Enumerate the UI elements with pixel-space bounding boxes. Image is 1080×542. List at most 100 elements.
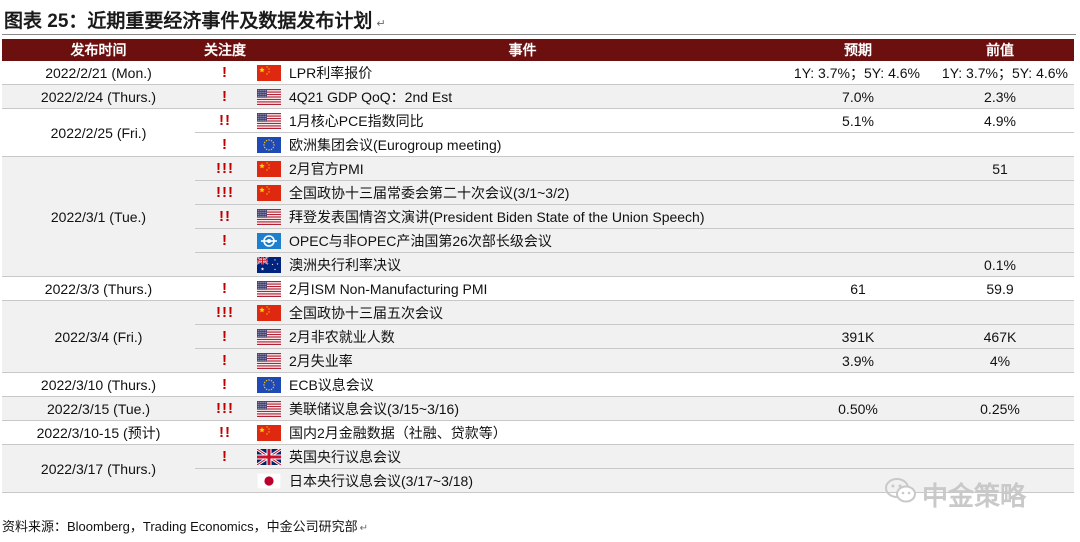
event-cell: 2月非农就业人数: [255, 324, 790, 349]
event-label: 2月ISM Non-Manufacturing PMI: [289, 280, 488, 297]
attention-cell: !!!: [195, 300, 255, 325]
event-cell: 美联储议息会议(3/15~3/16): [255, 396, 790, 421]
event-cell: 2月官方PMI: [255, 156, 790, 181]
expected-cell: 391K: [790, 324, 926, 349]
expected-cell: [790, 444, 926, 469]
table-row: 2022/3/1 (Tue.) !!! 2月官方PMI 51: [2, 156, 1074, 277]
event-label: OPEC与非OPEC产油国第26次部长级会议: [289, 232, 552, 249]
header-previous: 前值: [926, 39, 1074, 61]
event-calendar-table: 发布时间 关注度 事件 预期 前值 2022/2/21 (Mon.) ! LPR…: [2, 39, 1074, 493]
expected-cell: [790, 372, 926, 397]
us-flag-icon: [257, 88, 281, 105]
chart-title: 图表 25：近期重要经济事件及数据发布计划 ↵: [4, 6, 386, 32]
attention-cell: !!!: [195, 396, 255, 421]
previous-cell: 0.1%: [926, 252, 1074, 277]
us-flag-icon: [257, 400, 281, 417]
title-text: 图表 25：近期重要经济事件及数据发布计划: [4, 11, 373, 32]
event-cell: 4Q21 GDP QoQ：2nd Est: [255, 84, 790, 109]
expected-cell: [790, 156, 926, 181]
previous-cell: [926, 180, 1074, 205]
expected-cell: [790, 204, 926, 229]
event-label: 全国政协十三届常委会第二十次会议(3/1~3/2): [289, 184, 570, 201]
us-flag-icon: [257, 352, 281, 369]
previous-cell: 4%: [926, 348, 1074, 373]
previous-cell: [926, 132, 1074, 157]
event-cell: 欧洲集团会议(Eurogroup meeting): [255, 132, 790, 157]
table-row: 2022/2/25 (Fri.) !! 1月核心PCE指数同比 5.1% 4.9…: [2, 108, 1074, 157]
header-attention: 关注度: [195, 39, 255, 61]
china-flag-icon: [257, 64, 281, 81]
event-cell: 日本央行议息会议(3/17~3/18): [255, 468, 790, 493]
table-row: 2022/3/10 (Thurs.) ! ECB议息会议: [2, 372, 1074, 397]
watermark: 中金策略: [884, 476, 1054, 516]
date-cell: 2022/3/1 (Tue.): [2, 156, 195, 277]
event-label: 英国央行议息会议: [289, 448, 401, 465]
event-label: 美联储议息会议(3/15~3/16): [289, 400, 459, 417]
header-event: 事件: [255, 39, 790, 61]
watermark-text: 中金策略: [922, 481, 1027, 511]
event-label: 4Q21 GDP QoQ：2nd Est: [289, 88, 453, 105]
table-row: 2022/2/24 (Thurs.) ! 4Q21 GDP QoQ：2nd Es…: [2, 84, 1074, 109]
attention-cell: !!!: [195, 156, 255, 181]
date-cell: 2022/3/17 (Thurs.): [2, 444, 195, 493]
table-row: 2022/3/17 (Thurs.) ! 英国央行议息会议: [2, 444, 1074, 493]
previous-cell: [926, 300, 1074, 325]
japan-flag-icon: [257, 472, 281, 489]
table-row: 2022/3/15 (Tue.) !!! 美联储议息会议(3/15~3/16) …: [2, 396, 1074, 421]
event-cell: 国内2月金融数据（社融、贷款等）: [255, 420, 790, 445]
event-label: 2月非农就业人数: [289, 328, 395, 345]
previous-cell: [926, 372, 1074, 397]
date-cell: 2022/2/24 (Thurs.): [2, 84, 195, 109]
event-label: 1月核心PCE指数同比: [289, 112, 424, 129]
event-cell: ECB议息会议: [255, 372, 790, 397]
date-cell: 2022/3/15 (Tue.): [2, 396, 195, 421]
paragraph-mark: ↵: [359, 523, 369, 534]
china-flag-icon: [257, 304, 281, 321]
attention-cell: !: [195, 276, 255, 301]
previous-cell: 59.9: [926, 276, 1074, 301]
previous-cell: [926, 228, 1074, 253]
date-cell: 2022/2/21 (Mon.): [2, 61, 195, 85]
table-row: 2022/3/10-15 (预计) !! 国内2月金融数据（社融、贷款等）: [2, 420, 1074, 445]
date-cell: 2022/3/4 (Fri.): [2, 300, 195, 373]
event-label: 2月失业率: [289, 352, 353, 369]
date-cell: 2022/2/25 (Fri.): [2, 108, 195, 157]
attention-cell: !: [195, 61, 255, 85]
attention-cell: [195, 252, 255, 277]
attention-cell: !!!: [195, 180, 255, 205]
event-label: 国内2月金融数据（社融、贷款等）: [289, 424, 507, 441]
china-flag-icon: [257, 424, 281, 441]
event-label: ECB议息会议: [289, 376, 374, 393]
event-label: 2月官方PMI: [289, 160, 364, 177]
attention-cell: !: [195, 84, 255, 109]
event-cell: 英国央行议息会议: [255, 444, 790, 469]
attention-cell: !: [195, 132, 255, 157]
opec-flag-icon: [257, 232, 281, 249]
header-expected: 预期: [790, 39, 926, 61]
table-row: 2022/3/4 (Fri.) !!! 全国政协十三届五次会议: [2, 300, 1074, 373]
previous-cell: 0.25%: [926, 396, 1074, 421]
expected-cell: [790, 252, 926, 277]
event-cell: LPR利率报价: [255, 61, 790, 85]
header-date: 发布时间: [2, 39, 195, 61]
previous-cell: 1Y: 3.7%；5Y: 4.6%: [926, 61, 1074, 85]
title-divider: [2, 34, 1076, 35]
attention-cell: [195, 468, 255, 493]
table-header-row: 发布时间 关注度 事件 预期 前值: [2, 39, 1074, 61]
attention-cell: !: [195, 372, 255, 397]
event-label: 全国政协十三届五次会议: [289, 304, 443, 321]
expected-cell: 0.50%: [790, 396, 926, 421]
previous-cell: 2.3%: [926, 84, 1074, 109]
event-cell: OPEC与非OPEC产油国第26次部长级会议: [255, 228, 790, 253]
us-flag-icon: [257, 112, 281, 129]
previous-cell: 4.9%: [926, 108, 1074, 133]
source-text: 资料来源：Bloomberg，Trading Economics，中金公司研究部: [2, 519, 358, 534]
wechat-icon: [884, 477, 918, 512]
attention-cell: !: [195, 228, 255, 253]
event-label: LPR利率报价: [289, 64, 373, 81]
date-cell: 2022/3/10-15 (预计): [2, 420, 195, 445]
event-label: 澳洲央行利率决议: [289, 256, 401, 273]
expected-cell: [790, 228, 926, 253]
event-label: 欧洲集团会议(Eurogroup meeting): [289, 136, 502, 153]
paragraph-mark: ↵: [376, 18, 386, 30]
